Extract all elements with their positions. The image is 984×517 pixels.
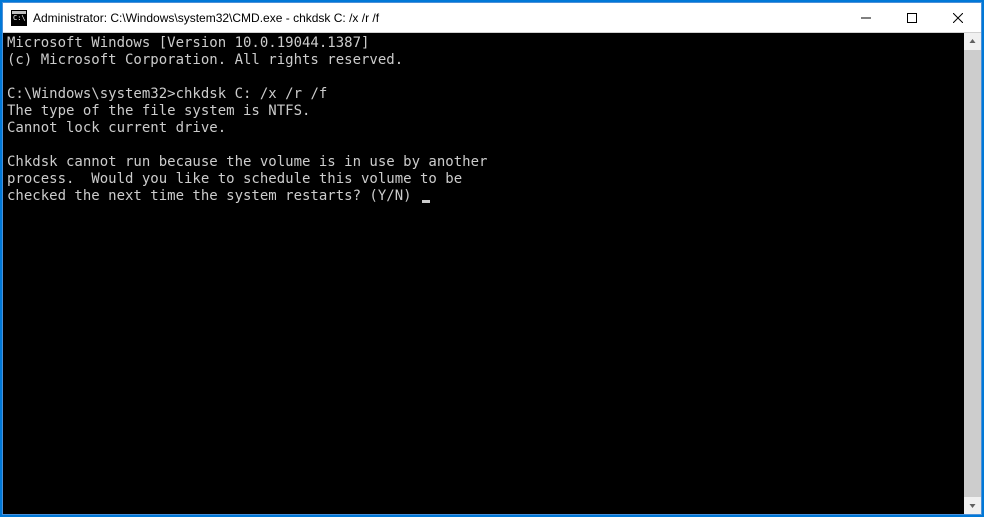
window-controls <box>843 3 981 32</box>
scroll-up-button[interactable] <box>964 33 981 50</box>
terminal-line: process. Would you like to schedule this… <box>7 171 462 187</box>
client-area: Microsoft Windows [Version 10.0.19044.13… <box>3 33 981 514</box>
svg-text:C:\: C:\ <box>13 14 26 22</box>
terminal-line: The type of the file system is NTFS. <box>7 103 310 119</box>
terminal-command: chkdsk C: /x /r /f <box>176 86 328 102</box>
minimize-button[interactable] <box>843 3 889 32</box>
scroll-track[interactable] <box>964 50 981 497</box>
scroll-down-button[interactable] <box>964 497 981 514</box>
scroll-thumb[interactable] <box>964 50 981 497</box>
maximize-button[interactable] <box>889 3 935 32</box>
terminal-line: Cannot lock current drive. <box>7 120 226 136</box>
cursor <box>422 200 430 203</box>
terminal-line: Chkdsk cannot run because the volume is … <box>7 154 487 170</box>
terminal-output[interactable]: Microsoft Windows [Version 10.0.19044.13… <box>3 33 964 514</box>
terminal-prompt: C:\Windows\system32> <box>7 86 176 102</box>
terminal-line: Microsoft Windows [Version 10.0.19044.13… <box>7 35 369 51</box>
cmd-icon: C:\ <box>11 10 27 26</box>
titlebar[interactable]: C:\ Administrator: C:\Windows\system32\C… <box>3 3 981 33</box>
terminal-prompt-line: C:\Windows\system32>chkdsk C: /x /r /f <box>7 86 327 102</box>
vertical-scrollbar[interactable] <box>964 33 981 514</box>
window-title: Administrator: C:\Windows\system32\CMD.e… <box>33 11 843 25</box>
terminal-line: (c) Microsoft Corporation. All rights re… <box>7 52 403 68</box>
cmd-window: C:\ Administrator: C:\Windows\system32\C… <box>2 2 982 515</box>
terminal-prompt-question: checked the next time the system restart… <box>7 188 430 204</box>
close-button[interactable] <box>935 3 981 32</box>
